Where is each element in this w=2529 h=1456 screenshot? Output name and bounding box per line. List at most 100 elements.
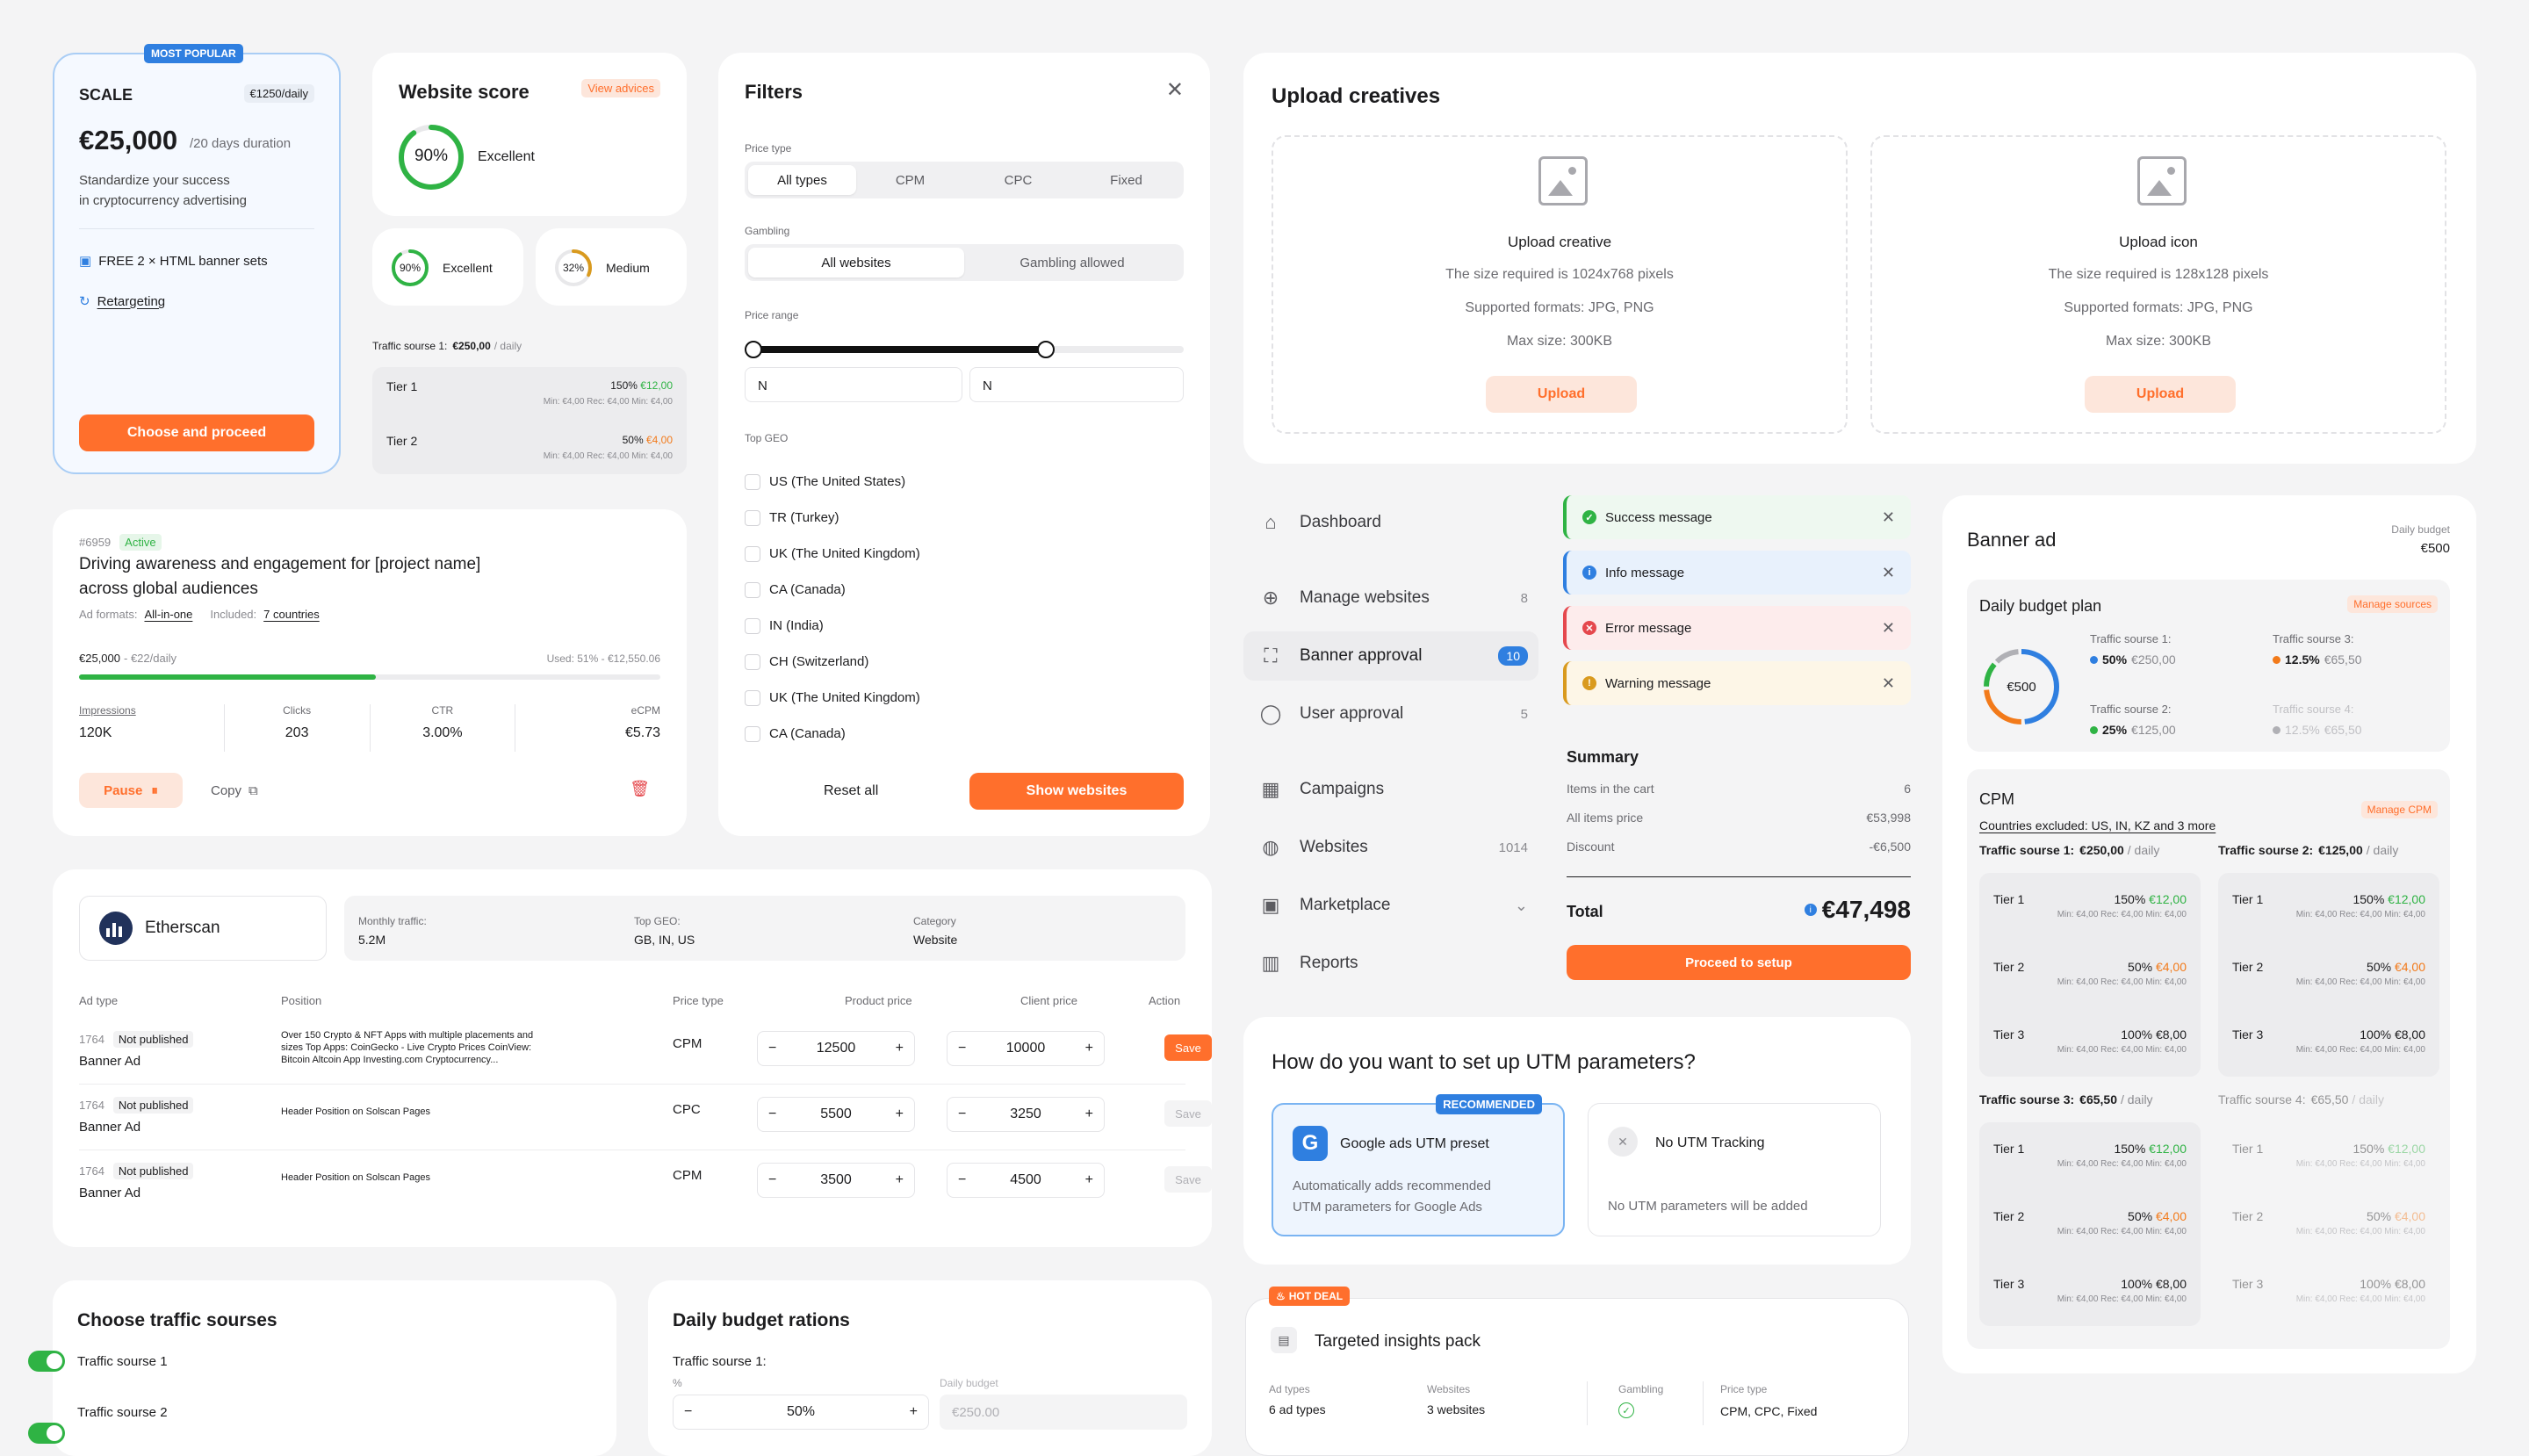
- utm-option-none[interactable]: ✕ No UTM Tracking No UTM parameters will…: [1588, 1103, 1881, 1236]
- geo-option[interactable]: US (The United States): [745, 464, 1166, 500]
- filters-card: Filters ✕ Price type All types CPM CPC F…: [718, 53, 1210, 836]
- geo-option[interactable]: TR (Turkey): [745, 500, 1166, 536]
- copy-button[interactable]: Copy ⧉: [211, 783, 258, 798]
- checkbox[interactable]: [745, 617, 760, 634]
- view-advices-button[interactable]: View advices: [581, 79, 660, 97]
- nav-item-manage-websites[interactable]: ⊕ Manage websites 8: [1243, 573, 1538, 623]
- nav-item-user-approval[interactable]: ◯ User approval 5: [1243, 689, 1538, 739]
- price-type-cpc[interactable]: CPC: [964, 165, 1072, 195]
- choose-proceed-button[interactable]: Choose and proceed: [79, 414, 314, 451]
- included-countries-link[interactable]: 7 countries: [263, 608, 320, 621]
- checkbox[interactable]: [745, 689, 760, 706]
- client-price-stepper[interactable]: −3250 +: [947, 1097, 1105, 1132]
- product-price-stepper[interactable]: −5500 +: [757, 1097, 915, 1132]
- nav-item-websites[interactable]: ◍ Websites 1014: [1243, 823, 1538, 872]
- nav-item-reports[interactable]: ▥ Reports: [1243, 939, 1538, 988]
- toast-warning: ! Warning message ✕: [1563, 661, 1911, 705]
- rations-daily-input[interactable]: €250.00: [940, 1395, 1187, 1430]
- product-price-stepper[interactable]: −12500 +: [757, 1031, 915, 1066]
- manage-cpm-button[interactable]: Manage CPM: [2360, 801, 2438, 818]
- manage-sources-button[interactable]: Manage sources: [2347, 595, 2438, 613]
- banner-budget: €500: [2420, 541, 2450, 556]
- range-handle-min[interactable]: [745, 341, 762, 358]
- proceed-setup-button[interactable]: Proceed to setup: [1567, 945, 1911, 980]
- status-icon: ✕: [1582, 621, 1596, 635]
- utm-option-google[interactable]: RECOMMENDED G Google ads UTM preset Auto…: [1272, 1094, 1565, 1236]
- close-icon[interactable]: ✕: [1882, 619, 1895, 638]
- upload-title: Upload creatives: [1272, 84, 1441, 108]
- geo-option[interactable]: UK (The United Kingdom): [745, 680, 1166, 716]
- delete-icon[interactable]: 🗑: [630, 780, 650, 798]
- checkbox[interactable]: [745, 545, 760, 562]
- range-max-input[interactable]: N: [969, 367, 1184, 402]
- show-websites-button[interactable]: Show websites: [969, 773, 1184, 810]
- geo-option[interactable]: CA (Canada): [745, 572, 1166, 608]
- checkbox[interactable]: [745, 725, 760, 742]
- nav-icon: ◍: [1262, 836, 1279, 858]
- checkbox[interactable]: [745, 509, 760, 526]
- geo-option[interactable]: UK (The United Kingdom): [745, 536, 1166, 572]
- client-price-stepper[interactable]: −4500 +: [947, 1163, 1105, 1198]
- traffic-source-1-toggle[interactable]: [28, 1351, 65, 1372]
- countries-excluded-link[interactable]: Countries excluded: US, IN, KZ and 3 mor…: [1979, 818, 2216, 833]
- price-type-all[interactable]: All types: [748, 165, 856, 195]
- ad-formats-link[interactable]: All-in-one: [144, 608, 192, 621]
- range-min-input[interactable]: N: [745, 367, 962, 402]
- save-button[interactable]: Save: [1164, 1166, 1212, 1193]
- geo-option[interactable]: CA (Canada): [745, 716, 1166, 752]
- checkbox[interactable]: [745, 473, 760, 490]
- upload-button[interactable]: Upload: [1486, 376, 1637, 413]
- upload-dropzone[interactable]: Upload icon The size required is 128x128…: [1870, 135, 2446, 434]
- traffic-source-2-toggle[interactable]: [28, 1423, 65, 1444]
- close-icon[interactable]: ✕: [1882, 564, 1895, 582]
- gambling-label: Gambling: [745, 225, 790, 237]
- client-price-stepper[interactable]: −10000 +: [947, 1031, 1105, 1066]
- nav-item-marketplace[interactable]: ▣ Marketplace ⌄: [1243, 881, 1538, 930]
- price-type-fixed[interactable]: Fixed: [1072, 165, 1180, 195]
- product-price-stepper[interactable]: −3500 +: [757, 1163, 915, 1198]
- price-range-slider[interactable]: [745, 341, 1184, 358]
- rations-pct-stepper[interactable]: −50% +: [673, 1395, 929, 1430]
- budget-rations-card: Daily budget rations Traffic sourse 1: %…: [648, 1280, 1212, 1456]
- gambling-all[interactable]: All websites: [748, 248, 964, 278]
- tiers-left-header: Traffic sourse 1: €250,00/ daily: [372, 340, 522, 352]
- traffic-sources-title: Choose traffic sourses: [77, 1310, 277, 1330]
- checkbox[interactable]: [745, 581, 760, 598]
- status-badge: Not published: [112, 1031, 194, 1048]
- info-icon: i: [1804, 904, 1817, 916]
- refresh-icon: ↻: [79, 294, 90, 309]
- reset-all-button[interactable]: Reset all: [824, 783, 878, 799]
- nav-item-campaigns[interactable]: ▦ Campaigns: [1243, 765, 1538, 814]
- price-type-cpm[interactable]: CPM: [856, 165, 964, 195]
- toast-success: ✓ Success message ✕: [1563, 495, 1911, 539]
- gambling-segment: All websites Gambling allowed: [745, 244, 1184, 281]
- range-handle-max[interactable]: [1036, 341, 1055, 358]
- close-icon[interactable]: ✕: [1882, 508, 1895, 527]
- geo-option[interactable]: CH (Switzerland): [745, 644, 1166, 680]
- geo-option[interactable]: IN (India): [745, 608, 1166, 644]
- geo-list: US (The United States) TR (Turkey) UK (The…: [745, 464, 1166, 752]
- nav-item-dashboard[interactable]: ⌂ Dashboard: [1243, 498, 1538, 547]
- summary-row: All items price €53,998: [1567, 811, 1911, 825]
- nav-item-banner-approval[interactable]: ⛶ Banner approval 10: [1243, 631, 1538, 681]
- save-button[interactable]: Save: [1164, 1034, 1212, 1061]
- feature-retargeting[interactable]: ↻ Retargeting: [79, 293, 165, 310]
- tiers-left-box: Tier 1 150% €12,00 Min: €4,00 Rec: €4,00…: [372, 367, 687, 474]
- campaign-title-2: across global audiences: [79, 580, 258, 598]
- upload-dropzone[interactable]: Upload creative The size required is 102…: [1272, 135, 1848, 434]
- feature-banners: ▣ FREE 2 × HTML banner sets: [79, 253, 268, 270]
- save-button[interactable]: Save: [1164, 1100, 1212, 1127]
- pause-button[interactable]: Pause ⏸: [79, 773, 183, 808]
- plan-source: Traffic sourse 2: 25% €125,00: [2090, 703, 2176, 737]
- nav-icon: ▥: [1261, 952, 1280, 974]
- upload-button[interactable]: Upload: [2085, 376, 2236, 413]
- close-icon[interactable]: ✕: [1882, 674, 1895, 693]
- copy-icon: ⧉: [249, 783, 258, 798]
- plan-source: Traffic sourse 3: 12.5% €65,50: [2273, 632, 2362, 667]
- campaign-stat: Impressions 120K: [79, 704, 136, 740]
- campaign-id: #6959: [79, 536, 112, 549]
- close-icon[interactable]: ✕: [1166, 77, 1184, 103]
- checkbox[interactable]: [745, 653, 760, 670]
- pause-icon: ⏸: [151, 782, 158, 798]
- gambling-allowed[interactable]: Gambling allowed: [964, 248, 1180, 278]
